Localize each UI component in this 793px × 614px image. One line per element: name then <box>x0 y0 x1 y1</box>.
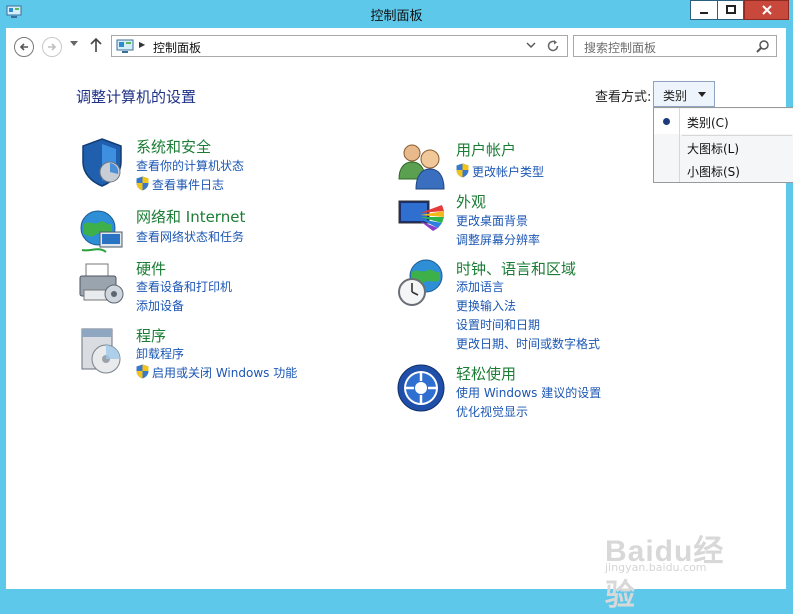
link-change-desktop-background[interactable]: 更改桌面背景 <box>456 212 528 229</box>
uac-shield-icon <box>136 176 149 191</box>
address-bar[interactable]: ▶ 控制面板 <box>111 35 568 57</box>
menu-separator <box>682 135 792 136</box>
users-icon[interactable] <box>396 139 448 191</box>
link-use-recommended-settings[interactable]: 使用 Windows 建议的设置 <box>456 384 601 401</box>
category-title[interactable]: 外观 <box>456 191 486 212</box>
dropdown-arrow-icon <box>698 92 706 97</box>
category-title[interactable]: 轻松使用 <box>456 363 516 384</box>
recent-locations-icon[interactable] <box>70 41 78 47</box>
clock-globe-icon[interactable] <box>396 258 448 310</box>
address-path[interactable]: 控制面板 <box>153 39 201 56</box>
baidu-watermark: Baidu经验 jingyan.baidu.com <box>605 514 755 612</box>
link-view-devices-printers[interactable]: 查看设备和打印机 <box>136 278 232 295</box>
link-label: 启用或关闭 Windows 功能 <box>152 366 298 380</box>
menu-item-small-icons[interactable]: 小图标(S) <box>687 163 740 180</box>
refresh-icon[interactable] <box>546 39 560 53</box>
menu-item-large-icons[interactable]: 大图标(L) <box>687 140 739 157</box>
globe-network-icon[interactable] <box>76 206 128 258</box>
programs-icon[interactable] <box>76 325 128 377</box>
close-button[interactable] <box>744 0 789 20</box>
category-title[interactable]: 时钟、语言和区域 <box>456 258 576 279</box>
link-label: 更改帐户类型 <box>472 165 545 179</box>
category-programs: 程序 卸载程序 启用或关闭 Windows 功能 <box>76 325 396 385</box>
minimize-icon <box>700 12 708 14</box>
category-network-internet: 网络和 Internet 查看网络状态和任务 <box>76 206 376 256</box>
arrow-left-icon <box>19 43 28 51</box>
back-button[interactable] <box>14 37 34 57</box>
link-check-computer-status[interactable]: 查看你的计算机状态 <box>136 157 244 174</box>
menu-gutter <box>679 108 680 182</box>
link-change-account-type[interactable]: 更改帐户类型 <box>456 163 544 180</box>
menu-item-category[interactable]: 类别(C) <box>687 114 729 131</box>
view-by-menu: 类别(C) 大图标(L) 小图标(S) <box>653 107 793 183</box>
maximize-icon <box>725 5 736 14</box>
appearance-icon[interactable] <box>396 191 448 243</box>
arrow-right-icon <box>48 43 57 51</box>
ease-of-access-icon[interactable] <box>396 363 448 415</box>
category-hardware: 硬件 查看设备和打印机 添加设备 <box>76 258 376 318</box>
link-adjust-resolution[interactable]: 调整屏幕分辨率 <box>456 231 540 248</box>
radio-bullet-icon <box>663 118 670 125</box>
printer-icon[interactable] <box>76 258 128 310</box>
view-by-label: 查看方式: <box>595 90 652 105</box>
uac-shield-icon <box>136 364 149 379</box>
link-uninstall-program[interactable]: 卸载程序 <box>136 345 184 362</box>
chevron-down-icon[interactable] <box>526 40 536 50</box>
category-appearance: 外观 更改桌面背景 调整屏幕分辨率 <box>396 191 656 251</box>
forward-button[interactable] <box>42 37 62 57</box>
view-by-dropdown[interactable]: 类别 <box>653 81 715 107</box>
link-add-language[interactable]: 添加语言 <box>456 278 504 295</box>
link-add-device[interactable]: 添加设备 <box>136 297 184 314</box>
link-view-network-status[interactable]: 查看网络状态和任务 <box>136 228 244 245</box>
category-title[interactable]: 用户帐户 <box>456 139 516 160</box>
category-system-security: 系统和安全 查看你的计算机状态 查看事件日志 <box>76 136 376 196</box>
uac-shield-icon <box>456 163 469 178</box>
link-view-event-logs[interactable]: 查看事件日志 <box>136 176 224 193</box>
page-heading: 调整计算机的设置 <box>76 88 197 106</box>
category-title[interactable]: 系统和安全 <box>136 136 211 157</box>
link-set-time-date[interactable]: 设置时间和日期 <box>456 316 540 333</box>
minimize-button[interactable] <box>690 0 717 20</box>
link-optimize-visual-display[interactable]: 优化视觉显示 <box>456 403 528 420</box>
category-ease-of-access: 轻松使用 使用 Windows 建议的设置 优化视觉显示 <box>396 363 666 423</box>
view-by-value: 类别 <box>663 89 688 103</box>
search-icon[interactable] <box>756 39 770 53</box>
search-box[interactable]: 搜索控制面板 <box>573 35 777 57</box>
title-bar: 控制面板 <box>0 0 793 28</box>
watermark-url: jingyan.baidu.com <box>605 561 707 574</box>
up-arrow-icon[interactable] <box>90 37 102 53</box>
chevron-right-icon[interactable]: ▶ <box>139 40 145 49</box>
category-title[interactable]: 硬件 <box>136 258 166 279</box>
link-change-input-method[interactable]: 更换输入法 <box>456 297 516 314</box>
shield-icon[interactable] <box>76 136 128 188</box>
link-change-date-time-format[interactable]: 更改日期、时间或数字格式 <box>456 335 600 352</box>
category-title[interactable]: 网络和 Internet <box>136 206 245 227</box>
category-user-accounts: 用户帐户 更改帐户类型 <box>396 139 656 199</box>
control-panel-icon <box>116 39 134 53</box>
close-icon <box>761 5 772 15</box>
link-windows-features[interactable]: 启用或关闭 Windows 功能 <box>136 364 297 381</box>
search-placeholder[interactable]: 搜索控制面板 <box>584 39 656 56</box>
window-title: 控制面板 <box>370 9 423 24</box>
category-title[interactable]: 程序 <box>136 325 166 346</box>
category-clock-language-region: 时钟、语言和区域 添加语言 更换输入法 设置时间和日期 更改日期、时间或数字格式 <box>396 258 666 358</box>
maximize-button[interactable] <box>717 0 744 20</box>
link-label: 查看事件日志 <box>152 178 225 192</box>
